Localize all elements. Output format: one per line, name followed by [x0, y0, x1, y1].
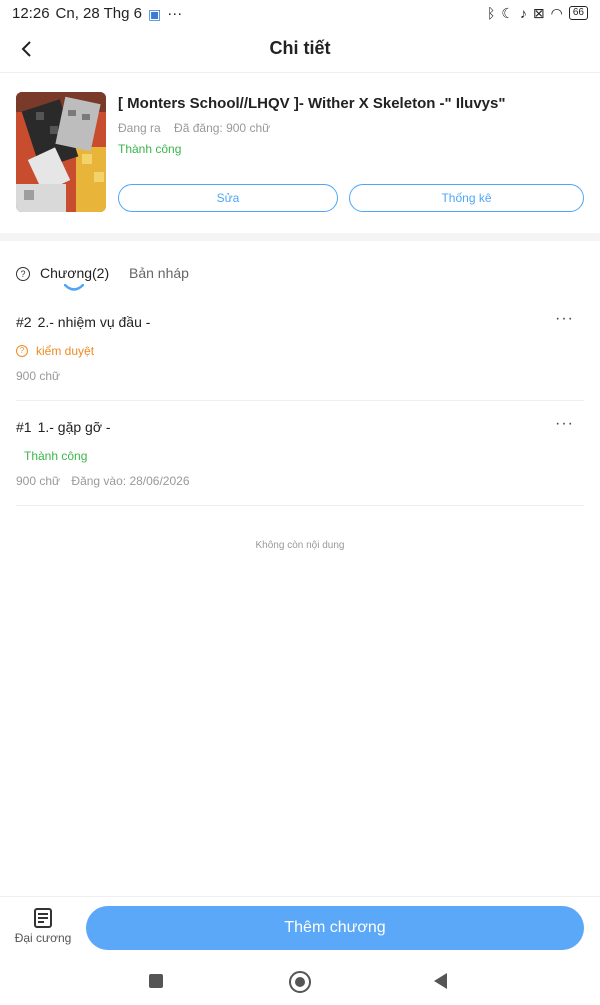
- edit-button[interactable]: Sửa: [118, 184, 338, 212]
- status-time: 12:26: [12, 5, 50, 22]
- chapter-title-row: #1 1.- gặp gỡ -: [16, 419, 111, 435]
- book-info: [ Monters School//LHQV ]- Wither X Skele…: [16, 92, 586, 214]
- tab-active-indicator: [64, 284, 84, 291]
- status-right: ᛒ ☾ ♪ ⊠ ◠ 66: [487, 5, 588, 21]
- mute-icon: ♪: [519, 5, 527, 21]
- tab-drafts[interactable]: Bản nháp: [129, 265, 189, 281]
- book-state: Đang ra: [118, 121, 161, 135]
- outline-icon: [34, 908, 52, 928]
- chapter-status: Thành công: [24, 449, 87, 463]
- chapter-number: #1: [16, 419, 32, 435]
- list-end-text: Không còn nội dung: [255, 540, 345, 551]
- book-cover[interactable]: [16, 92, 106, 212]
- section-divider: [0, 233, 600, 241]
- battery-icon: 66: [568, 6, 588, 20]
- chapter-title: 2.- nhiệm vụ đầu -: [37, 314, 151, 330]
- chapter-number: #2: [16, 314, 32, 330]
- more-options-icon[interactable]: ···: [555, 310, 574, 328]
- bluetooth-icon: ᛒ: [486, 5, 496, 21]
- chapter-status-text: Thành công: [24, 449, 88, 463]
- wifi-icon: ◠: [550, 5, 563, 21]
- outline-label: Đại cương: [14, 931, 72, 945]
- app-notification-icon: ▣: [148, 5, 162, 22]
- system-nav-bar: [0, 962, 600, 1005]
- more-options-icon[interactable]: ···: [555, 415, 574, 433]
- moon-icon: ☾: [501, 5, 514, 21]
- chapter-title: 1.- gặp gỡ -: [37, 419, 111, 435]
- chapter-status: ? kiểm duyệt: [16, 344, 94, 358]
- recents-icon[interactable]: [149, 974, 163, 988]
- home-icon[interactable]: [289, 971, 311, 993]
- chapter-meta: 900 chữ Đăng vào: 28/06/2026: [16, 474, 198, 488]
- page-title: Chi tiết: [269, 38, 331, 58]
- back-triangle-icon[interactable]: [434, 973, 447, 989]
- chapter-words: 900 chữ: [16, 369, 61, 383]
- chapter-item[interactable]: #1 1.- gặp gỡ - ··· Thành công 900 chữ Đă…: [16, 415, 584, 506]
- chapter-tabs: ? Chương(2) Bản nháp: [16, 262, 586, 298]
- no-sim-icon: ⊠: [532, 5, 545, 21]
- status-left: 12:26 Cn, 28 Thg 6 ▣ ···: [12, 5, 182, 22]
- bottom-action-bar: Đại cương Thêm chương: [0, 896, 600, 963]
- tab-chapters[interactable]: Chương(2): [40, 265, 109, 281]
- chapter-status-text: kiểm duyệt: [36, 344, 95, 358]
- chapter-title-row: #2 2.- nhiệm vụ đầu -: [16, 314, 150, 330]
- status-more: ···: [167, 5, 183, 22]
- book-status: Thành công: [118, 142, 182, 156]
- outline-button[interactable]: Đại cương: [10, 907, 76, 955]
- status-date: Cn, 28 Thg 6: [55, 5, 142, 22]
- book-word-count: Đã đăng: 900 chữ: [174, 121, 271, 135]
- book-meta: Đang ra Đã đăng: 900 chữ: [118, 121, 280, 135]
- book-title[interactable]: [ Monters School//LHQV ]- Wither X Skele…: [118, 95, 505, 112]
- add-chapter-button[interactable]: Thêm chương: [86, 906, 584, 950]
- header: Chi tiết: [0, 28, 600, 73]
- chapter-item[interactable]: #2 2.- nhiệm vụ đầu - ··· ? kiểm duyệt 90…: [16, 310, 584, 401]
- chapter-published: Đăng vào: 28/06/2026: [71, 474, 190, 488]
- status-bar: 12:26 Cn, 28 Thg 6 ▣ ··· ᛒ ☾ ♪ ⊠ ◠ 66: [0, 0, 600, 28]
- chapter-meta: 900 chữ: [16, 369, 68, 383]
- help-icon[interactable]: ?: [16, 267, 30, 281]
- review-icon: ?: [16, 345, 28, 357]
- chapter-words: 900 chữ: [16, 474, 61, 488]
- stats-button[interactable]: Thống kê: [349, 184, 584, 212]
